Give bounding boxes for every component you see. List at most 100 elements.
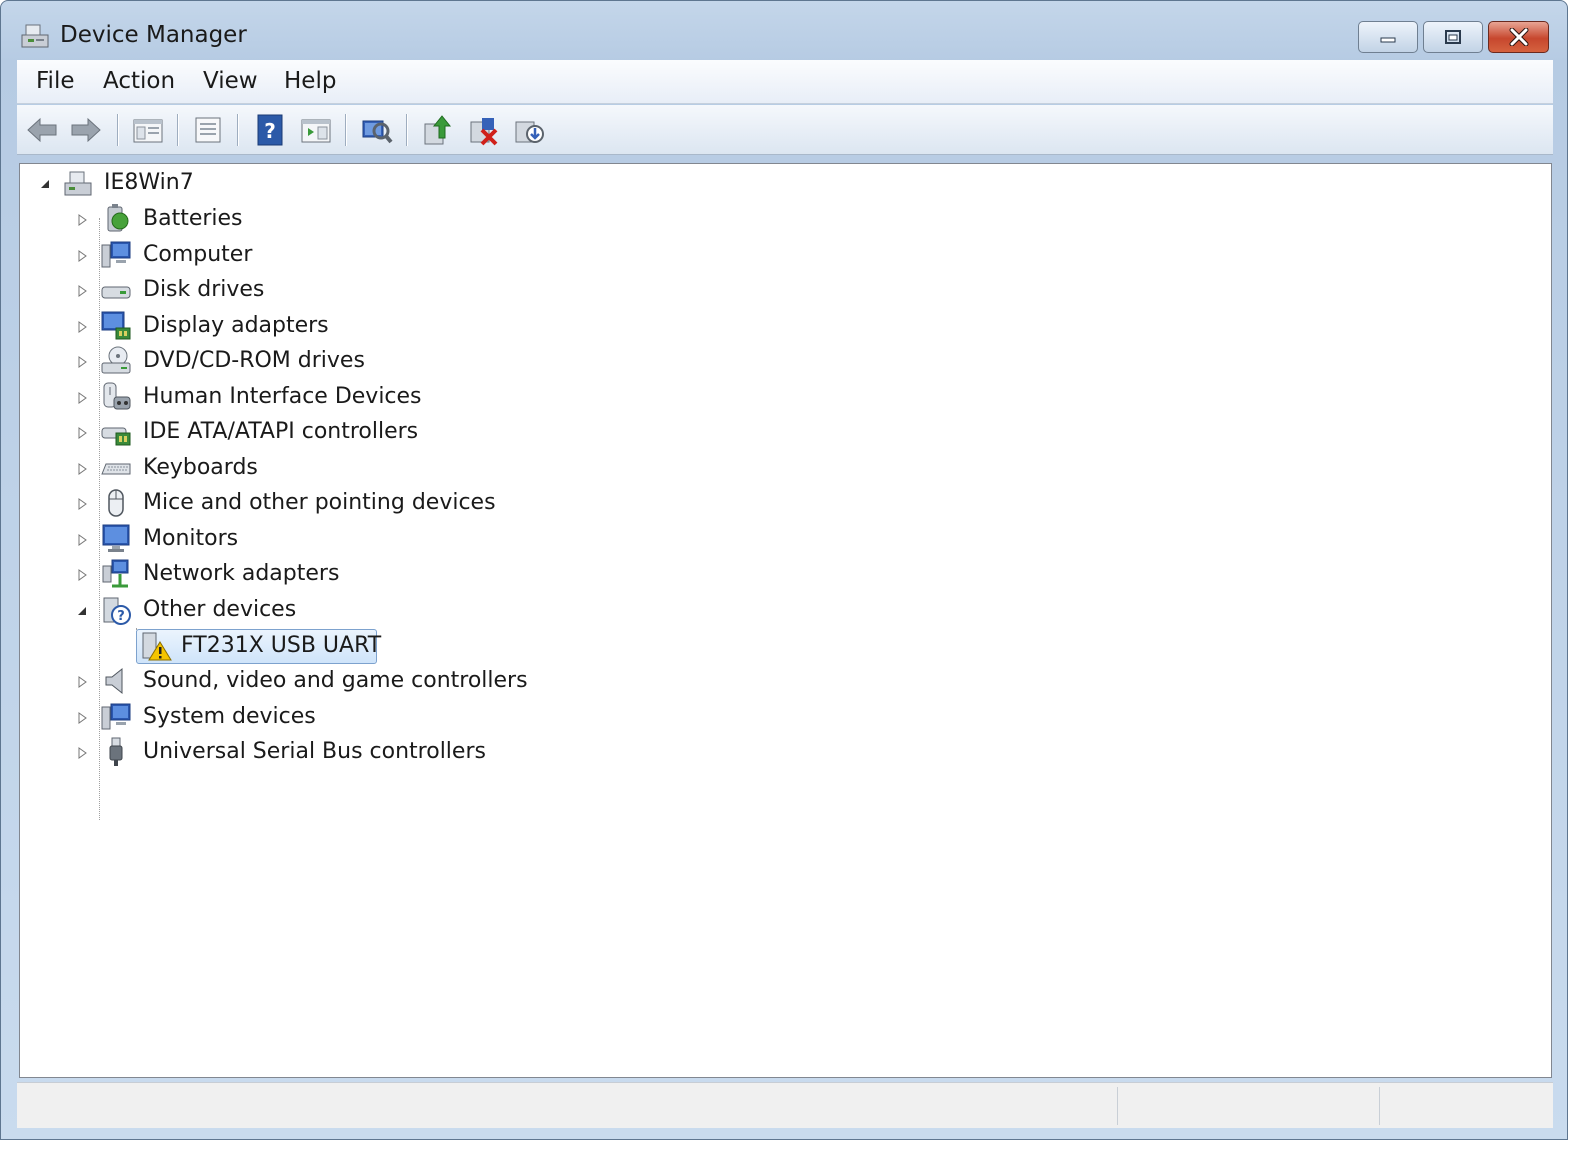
tree-item-network-adapters[interactable]: Network adapters [20, 557, 620, 591]
uninstall-icon [470, 118, 498, 146]
scan-hardware-icon [362, 120, 393, 144]
speaker-icon [105, 667, 123, 695]
network-adapter-icon [102, 559, 129, 588]
collapse-arrow-icon[interactable] [38, 177, 52, 191]
expand-arrow-icon[interactable] [75, 568, 89, 582]
toolbar: ? [17, 105, 1553, 155]
dvd-drive-icon [101, 346, 131, 374]
expand-arrow-icon[interactable] [75, 462, 89, 476]
warning-device-icon [142, 632, 172, 661]
tree-item-display-adapters[interactable]: Display adapters [20, 309, 620, 343]
tree-item-other-devices[interactable]: ? Other devices [20, 593, 620, 627]
properties-button[interactable] [191, 112, 225, 148]
expand-arrow-icon[interactable] [75, 284, 89, 298]
tree-item-label: Universal Serial Bus controllers [143, 739, 486, 764]
tree-item-label: DVD/CD-ROM drives [143, 348, 365, 373]
expand-arrow-icon[interactable] [75, 355, 89, 369]
usb-icon [109, 737, 123, 766]
computer-icon [101, 241, 131, 268]
tree-item-batteries[interactable]: Batteries [20, 202, 620, 236]
tree-root-label: IE8Win7 [104, 170, 194, 195]
tree-root-row[interactable]: IE8Win7 [20, 166, 620, 200]
tree-item-disk-drives[interactable]: Disk drives [20, 273, 620, 307]
tree-item-dvd-cd-rom-drives[interactable]: DVD/CD-ROM drives [20, 344, 620, 378]
tree-item-label: Other devices [143, 597, 297, 622]
expand-arrow-icon[interactable] [75, 533, 89, 547]
status-pane [1117, 1087, 1380, 1125]
uninstall-button[interactable] [467, 112, 501, 148]
device-manager-app-icon [21, 24, 49, 48]
tree-item-system-devices[interactable]: System devices [20, 700, 620, 734]
back-icon [27, 117, 57, 143]
help-icon: ? [257, 114, 283, 146]
tree-item-label: System devices [143, 704, 316, 729]
tree-item-ide-ata-atapi-controllers[interactable]: IDE ATA/ATAPI controllers [20, 415, 620, 449]
device-tree[interactable]: IE8Win7 Batteries Computer Disk drives D… [19, 163, 1552, 1078]
expand-arrow-icon[interactable] [75, 249, 89, 263]
update-driver-button[interactable] [421, 112, 455, 148]
tree-item-label: Keyboards [143, 455, 258, 480]
expand-arrow-icon[interactable] [75, 746, 89, 760]
help-button[interactable]: ? [253, 112, 287, 148]
tree-item-mice-and-other-pointing-devices[interactable]: Mice and other pointing devices [20, 486, 620, 520]
minimize-button[interactable] [1358, 21, 1418, 53]
battery-icon [107, 204, 129, 232]
scan-hardware-button[interactable] [360, 112, 394, 148]
tree-item-label: Display adapters [143, 313, 329, 338]
title-bar[interactable]: Device Manager [1, 1, 1567, 59]
menu-bar: File Action View Help [17, 60, 1553, 104]
disable-icon [515, 121, 544, 143]
close-button[interactable] [1488, 21, 1549, 53]
tree-item-label: Mice and other pointing devices [143, 490, 496, 515]
expand-arrow-icon[interactable] [75, 711, 89, 725]
svg-text:?: ? [264, 119, 276, 143]
properties-icon [195, 117, 221, 143]
tree-item-label: FT231X USB UART [181, 633, 382, 658]
tree-item-universal-serial-bus-controllers[interactable]: Universal Serial Bus controllers [20, 735, 620, 769]
expand-arrow-icon[interactable] [75, 213, 89, 227]
show-hide-tree-button[interactable] [131, 112, 165, 148]
menu-file[interactable]: File [36, 68, 75, 94]
tree-item-label: Computer [143, 242, 253, 267]
tree-item-ft231x-usb-uart[interactable]: FT231X USB UART [20, 629, 620, 664]
menu-view[interactable]: View [203, 68, 258, 94]
update-driver-icon [424, 115, 452, 145]
minimize-icon [1380, 37, 1396, 43]
ide-controller-icon [101, 427, 131, 446]
expand-arrow-icon[interactable] [75, 391, 89, 405]
expand-arrow-icon[interactable] [75, 497, 89, 511]
expand-arrow-icon[interactable] [75, 675, 89, 689]
tree-item-human-interface-devices[interactable]: Human Interface Devices [20, 380, 620, 414]
tree-item-keyboards[interactable]: Keyboards [20, 451, 620, 485]
back-button[interactable] [25, 112, 59, 148]
toolbar-separator [177, 114, 179, 146]
expand-arrow-icon[interactable] [75, 426, 89, 440]
window-title: Device Manager [60, 22, 247, 48]
computer-host-icon [64, 171, 92, 196]
display-adapter-icon [101, 311, 131, 340]
status-pane [1379, 1087, 1552, 1125]
action-pane-icon [301, 119, 331, 143]
hid-icon [103, 382, 131, 410]
system-device-icon [101, 703, 131, 730]
tree-item-computer[interactable]: Computer [20, 238, 620, 272]
maximize-button[interactable] [1423, 21, 1483, 53]
toolbar-separator [406, 114, 408, 146]
tree-item-monitors[interactable]: Monitors [20, 522, 620, 556]
keyboard-icon [101, 463, 131, 475]
svg-text:?: ? [117, 609, 125, 624]
action-pane-button[interactable] [299, 112, 333, 148]
tree-item-label: Disk drives [143, 277, 265, 302]
maximize-icon [1445, 30, 1461, 44]
collapse-arrow-icon[interactable] [75, 604, 89, 618]
menu-action[interactable]: Action [103, 68, 175, 94]
disable-button[interactable] [512, 112, 546, 148]
tree-item-sound-video-and-game-controllers[interactable]: Sound, video and game controllers [20, 664, 620, 698]
status-bar [17, 1082, 1553, 1128]
toolbar-separator [345, 114, 347, 146]
expand-arrow-icon[interactable] [75, 320, 89, 334]
tree-item-label: IDE ATA/ATAPI controllers [143, 419, 419, 444]
forward-button[interactable] [69, 112, 103, 148]
close-icon [1509, 28, 1528, 46]
menu-help[interactable]: Help [284, 68, 336, 94]
